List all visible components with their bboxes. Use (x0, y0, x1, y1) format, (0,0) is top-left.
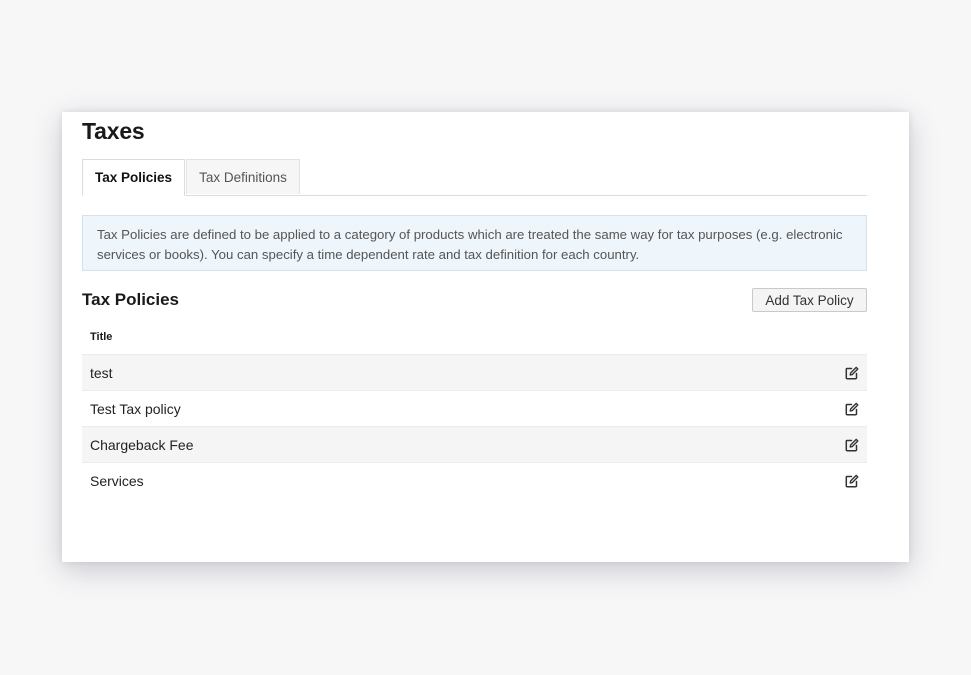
row-title: test (90, 365, 113, 381)
tab-tax-policies[interactable]: Tax Policies (82, 159, 185, 196)
edit-icon[interactable] (845, 402, 859, 416)
add-tax-policy-button[interactable]: Add Tax Policy (752, 288, 867, 312)
tax-policies-table: Title test Test Tax policy Chargeback Fe… (82, 319, 867, 499)
page-title: Taxes (82, 118, 145, 144)
row-title: Services (90, 473, 144, 489)
taxes-panel: Taxes Tax Policies Tax Definitions Tax P… (62, 112, 909, 562)
table-row: Test Tax policy (82, 391, 867, 427)
edit-icon[interactable] (845, 438, 859, 452)
row-title: Chargeback Fee (90, 437, 194, 453)
table-row: Chargeback Fee (82, 427, 867, 463)
info-message: Tax Policies are defined to be applied t… (82, 215, 867, 271)
edit-icon[interactable] (845, 366, 859, 380)
tab-tax-definitions[interactable]: Tax Definitions (186, 159, 300, 194)
tab-bar: Tax Policies Tax Definitions (82, 159, 867, 196)
table-row: test (82, 355, 867, 391)
column-header-title: Title (82, 319, 867, 355)
row-title: Test Tax policy (90, 401, 181, 417)
edit-icon[interactable] (845, 474, 859, 488)
section-title: Tax Policies (82, 290, 180, 309)
table-row: Services (82, 463, 867, 499)
